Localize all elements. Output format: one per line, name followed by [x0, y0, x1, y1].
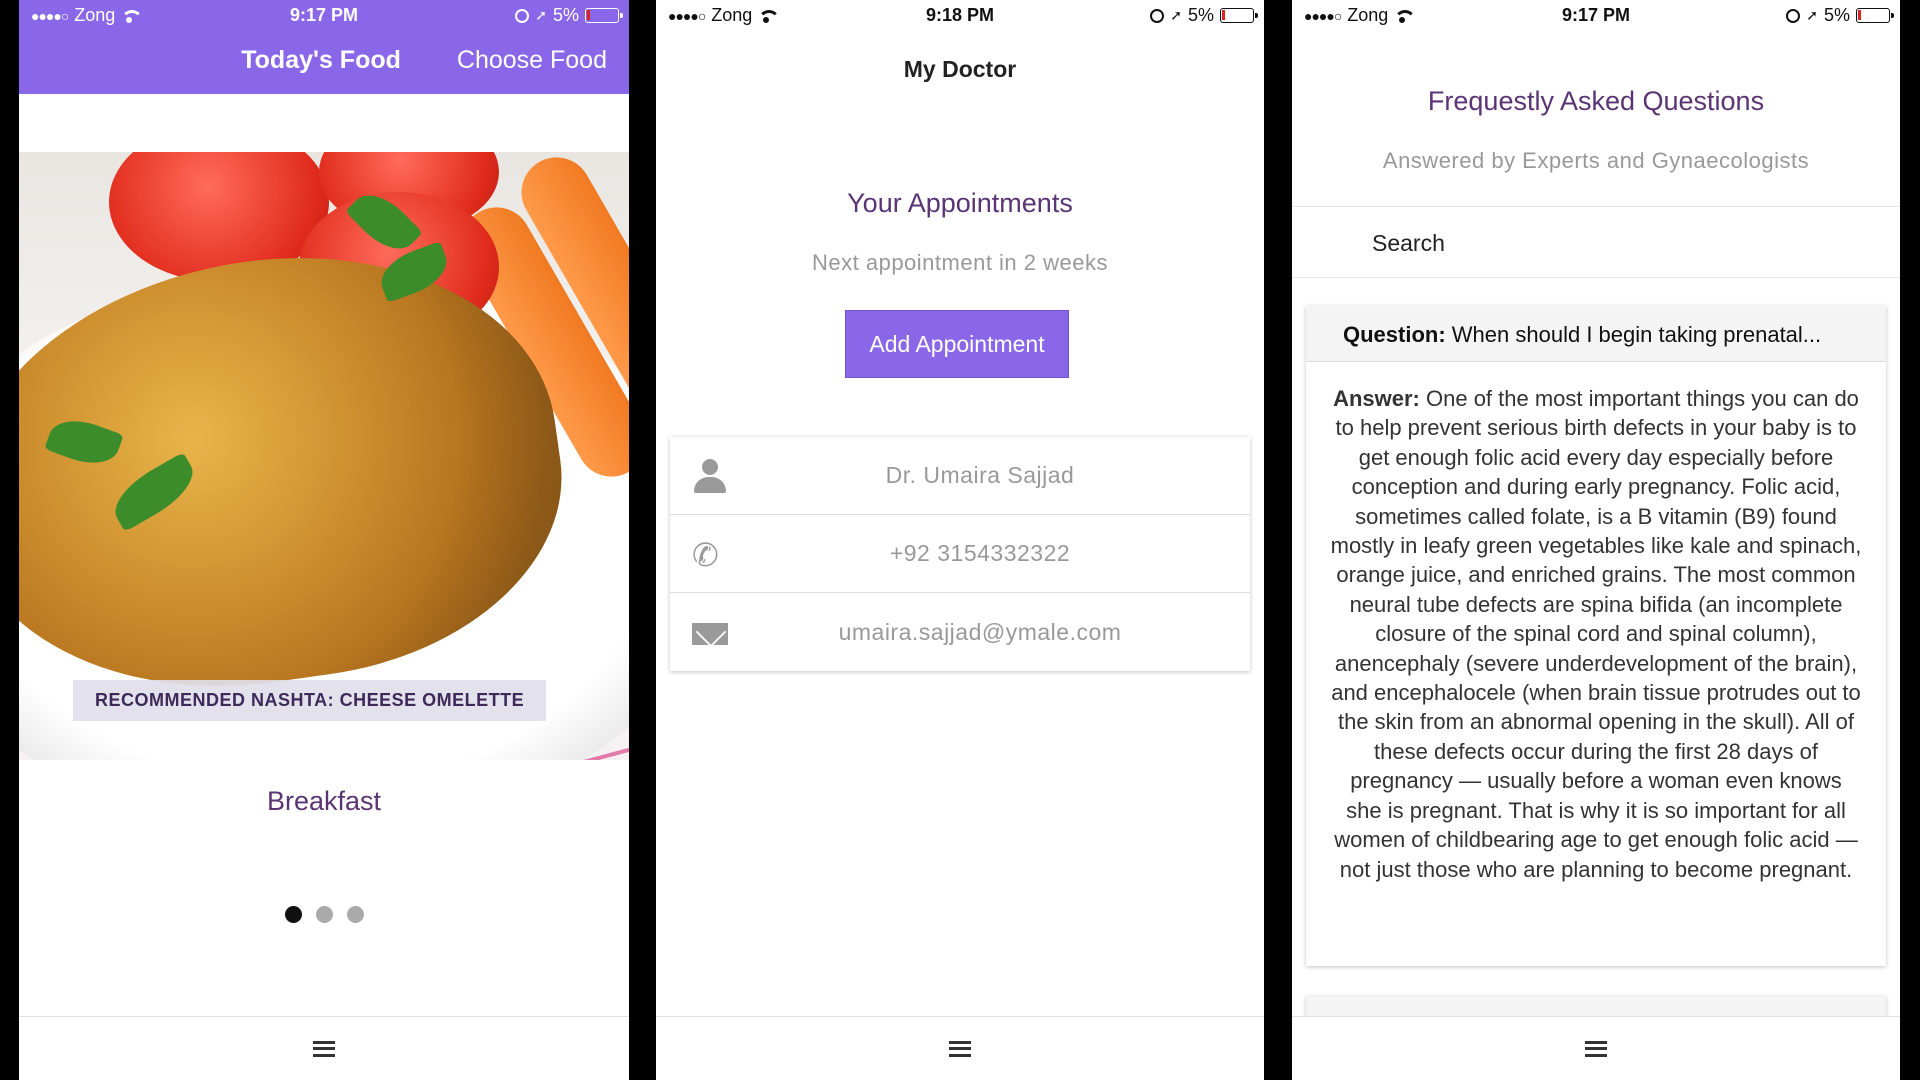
- page-indicator: [19, 906, 629, 923]
- page-dot[interactable]: [315, 906, 333, 923]
- battery-percent: 5%: [1823, 5, 1850, 25]
- location-icon: ➚: [1170, 7, 1182, 23]
- rotation-lock-icon: [515, 8, 530, 23]
- menu-icon[interactable]: [313, 1040, 335, 1057]
- question-label: Question:: [1343, 322, 1446, 347]
- doctor-name: Dr. Umaira Sajjad: [885, 462, 1075, 488]
- battery-percent: 5%: [1187, 5, 1214, 25]
- contact-row-name[interactable]: Dr. Umaira Sajjad: [670, 437, 1250, 515]
- page-dot[interactable]: [284, 906, 302, 923]
- faq-screen: ●●●●○ Zong 9:17 PM ➚ 5% Frequestly Asked Q…: [1292, 0, 1900, 1080]
- page-title: Frequestly Asked Questions: [1427, 86, 1765, 116]
- appointments-heading: Your Appointments: [847, 188, 1073, 218]
- battery-icon: [585, 8, 623, 23]
- user-icon: [692, 459, 728, 495]
- doctor-phone: +92 3154332322: [889, 540, 1071, 566]
- search-bar: [1292, 206, 1900, 278]
- contact-row-email[interactable]: umaira.sajjad@ymale.com: [670, 593, 1250, 671]
- food-photo[interactable]: RECOMMENDED NASHTA: CHEESE OMELETTE: [19, 152, 629, 760]
- bottom-bar: [656, 1016, 1264, 1080]
- menu-icon[interactable]: [1585, 1040, 1607, 1057]
- phone-icon: ✆: [692, 537, 719, 573]
- next-appointment-text: Next appointment in 2 weeks: [812, 250, 1108, 275]
- doctor-contact-card: Dr. Umaira Sajjad ✆ +92 3154332322 umair…: [670, 437, 1250, 671]
- location-icon: ➚: [1806, 7, 1818, 23]
- meal-title: Breakfast: [266, 786, 382, 816]
- answer-label: Answer:: [1333, 386, 1420, 411]
- status-bar: ●●●●○ Zong 9:17 PM ➚ 5%: [19, 0, 629, 30]
- page-title: My Doctor: [903, 56, 1017, 82]
- question-text: When should I begin taking prenatal...: [1451, 322, 1822, 347]
- location-icon: ➚: [535, 7, 547, 23]
- battery-percent: 5%: [552, 5, 579, 25]
- battery-icon: [1220, 8, 1258, 23]
- battery-icon: [1856, 8, 1894, 23]
- rotation-lock-icon: [1786, 8, 1801, 23]
- page-subtitle: Answered by Experts and Gynaecologists: [1382, 148, 1810, 173]
- app-header: ●●●●○ Zong 9:17 PM ➚ 5% Today's Food Choos…: [19, 0, 629, 94]
- contact-row-phone[interactable]: ✆ +92 3154332322: [670, 515, 1250, 593]
- envelope-icon: [692, 615, 728, 651]
- status-bar: ●●●●○ Zong 9:17 PM ➚ 5%: [1292, 0, 1900, 30]
- food-screen: ●●●●○ Zong 9:17 PM ➚ 5% Today's Food Choos…: [19, 0, 629, 1080]
- bottom-bar: [1292, 1016, 1900, 1080]
- page-dot[interactable]: [346, 906, 364, 923]
- doctor-email: umaira.sajjad@ymale.com: [838, 618, 1122, 645]
- answer-text: One of the most important things you can…: [1330, 386, 1862, 882]
- faq-answer: Answer: One of the most important things…: [1306, 362, 1886, 884]
- add-appointment-button[interactable]: Add Appointment: [845, 310, 1069, 378]
- food-recommendation-caption: RECOMMENDED NASHTA: CHEESE OMELETTE: [73, 680, 547, 721]
- search-input[interactable]: [1372, 225, 1872, 261]
- doctor-screen: ●●●●○ Zong 9:18 PM ➚ 5% My Doctor Your App…: [656, 0, 1264, 1080]
- tab-choose-food[interactable]: Choose Food: [457, 46, 607, 75]
- bottom-bar: [19, 1016, 629, 1080]
- menu-icon[interactable]: [949, 1040, 971, 1057]
- tab-todays-food[interactable]: Today's Food: [241, 46, 401, 75]
- faq-question[interactable]: Question: When should I begin taking pre…: [1306, 306, 1886, 362]
- tab-bar: Today's Food Choose Food: [19, 46, 629, 75]
- status-bar: ●●●●○ Zong 9:18 PM ➚ 5%: [656, 0, 1264, 30]
- rotation-lock-icon: [1150, 8, 1165, 23]
- faq-item: Question: When should I begin taking pre…: [1306, 306, 1886, 966]
